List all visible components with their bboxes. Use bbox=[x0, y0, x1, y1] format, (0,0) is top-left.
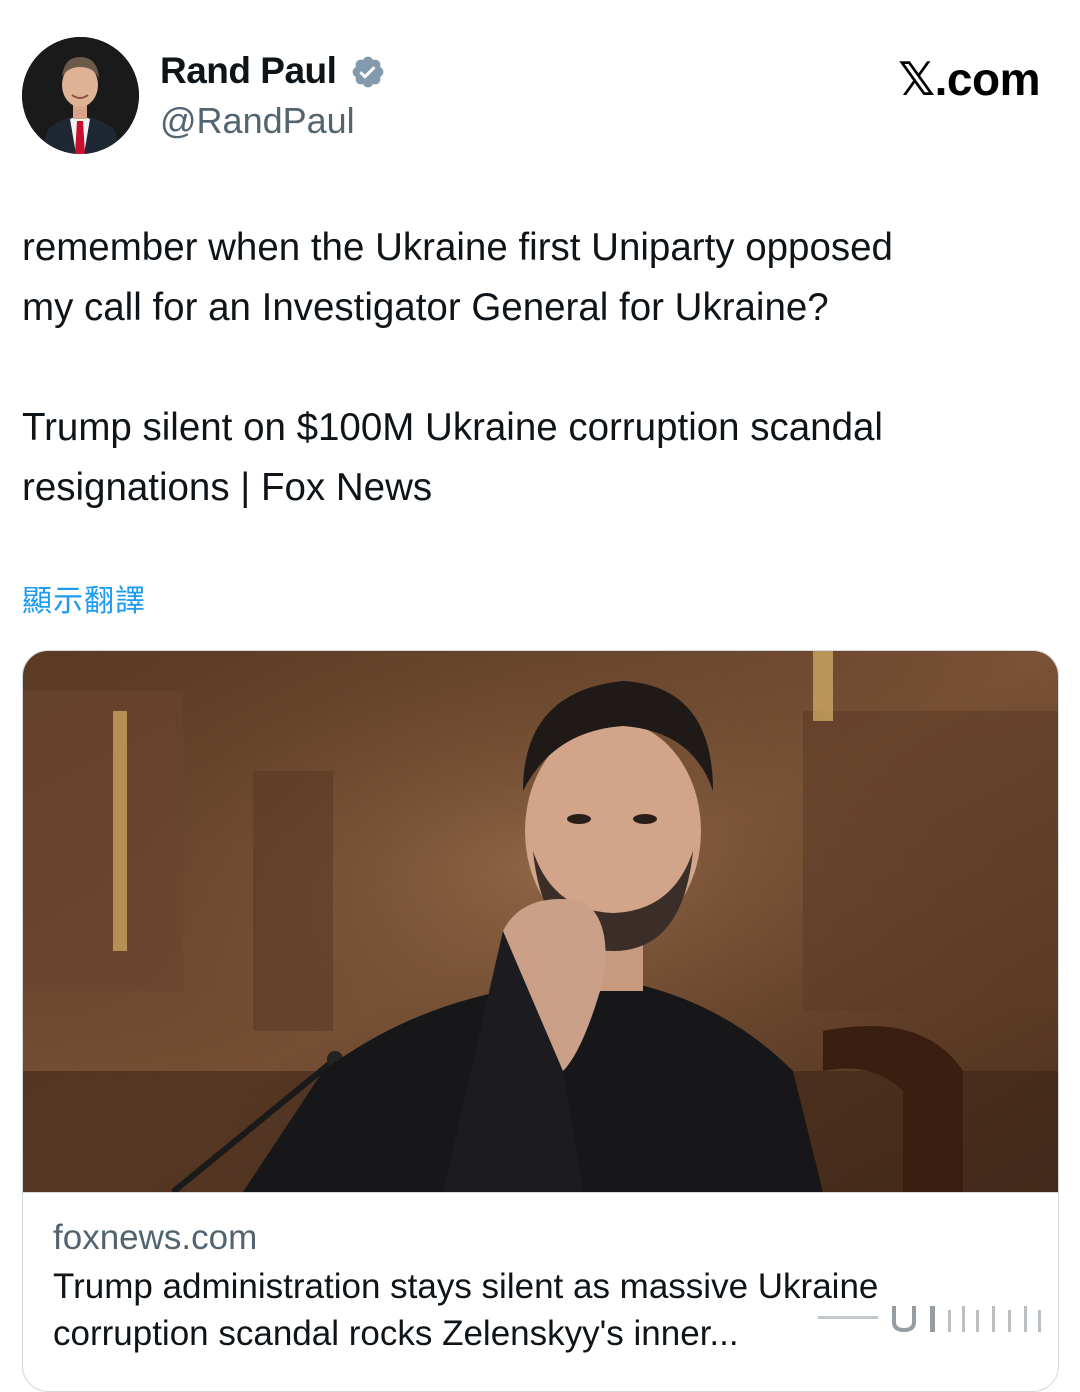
author-handle[interactable]: @RandPaul bbox=[160, 99, 355, 143]
show-translation-link[interactable]: 顯示翻譯 bbox=[22, 582, 146, 622]
link-preview-card[interactable]: foxnews.com Trump administration stays s… bbox=[22, 650, 1059, 1392]
avatar-photo bbox=[22, 37, 139, 154]
x-logo: 𝕏.com bbox=[898, 53, 1040, 105]
card-domain: foxnews.com bbox=[53, 1218, 258, 1257]
tweet-text: remember when the Ukraine first Uniparty… bbox=[22, 226, 893, 509]
tweet-header: Rand Paul @RandPaul 𝕏.com bbox=[0, 0, 1080, 170]
verified-badge-icon bbox=[352, 56, 384, 88]
card-meta[interactable]: foxnews.com Trump administration stays s… bbox=[23, 1192, 1058, 1391]
news-photo bbox=[23, 651, 1058, 1192]
card-image[interactable] bbox=[23, 651, 1058, 1192]
watermark-icon bbox=[818, 1306, 1041, 1333]
author-avatar[interactable] bbox=[22, 37, 139, 154]
author-display-name[interactable]: Rand Paul bbox=[160, 49, 337, 93]
